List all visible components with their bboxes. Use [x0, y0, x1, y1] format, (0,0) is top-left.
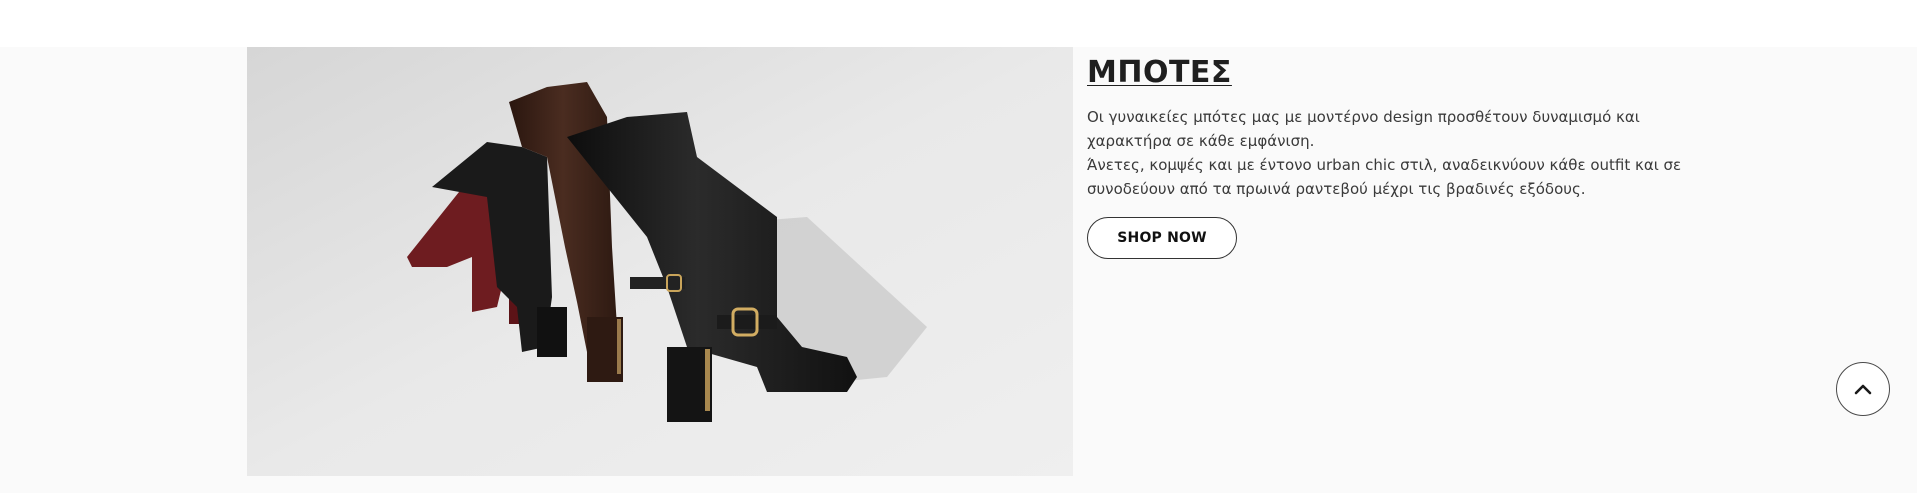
scroll-to-top-button[interactable]: [1836, 362, 1890, 416]
promo-content: ΜΠΟΤΕΣ Οι γυναικείες μπότες μας με μοντέ…: [1087, 55, 1687, 201]
boots-illustration: [247, 47, 1073, 476]
shop-now-button[interactable]: SHOP NOW: [1087, 217, 1237, 259]
boots-hero-image[interactable]: [247, 47, 1073, 476]
chevron-up-icon: [1854, 384, 1872, 395]
promo-description-line-1: Οι γυναικείες μπότες μας με μοντέρνο des…: [1087, 108, 1640, 150]
promo-description-line-2: Άνετες, κομψές και με έντονο urban chic …: [1087, 156, 1682, 198]
promo-title-link[interactable]: ΜΠΟΤΕΣ: [1087, 55, 1687, 91]
page-top-spacer: [0, 0, 1917, 47]
